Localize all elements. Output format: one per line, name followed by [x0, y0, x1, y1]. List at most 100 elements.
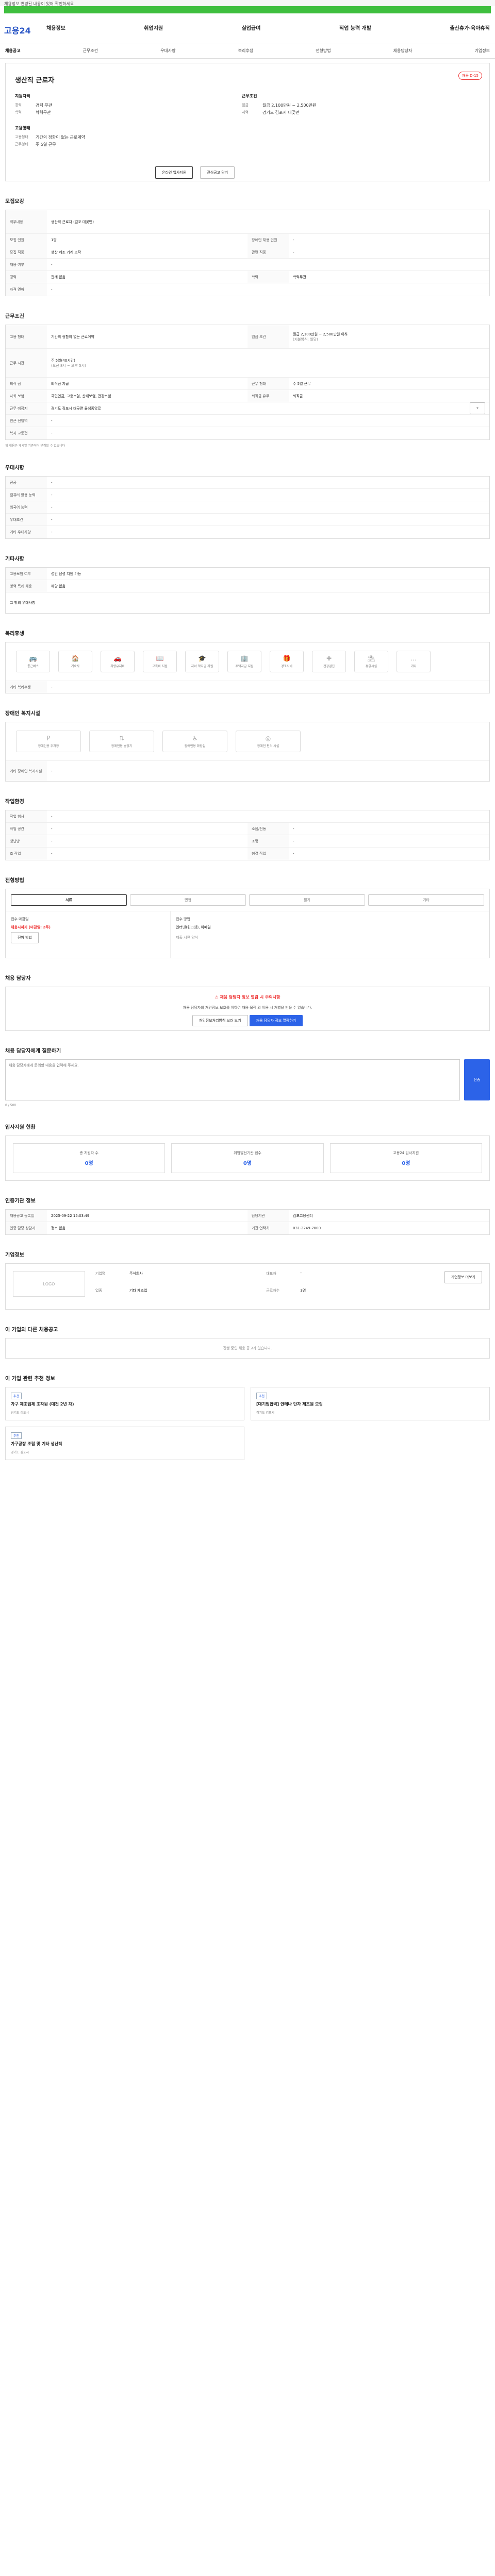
method-tab-other[interactable]: 기타 — [368, 894, 484, 906]
header: 고용24 채용정보 취업지원 실업급여 직업 능력 개발 출산휴가·육아휴직 — [0, 13, 495, 43]
row-value: - — [51, 505, 53, 510]
doc-key: 접수 방법 — [176, 917, 190, 921]
exp-value: 경력 무관 — [36, 103, 52, 108]
row-value: - — [51, 480, 53, 485]
company-key: 대표자 — [266, 1272, 276, 1276]
section-title: 채용 담당자에게 질문하기 — [5, 1048, 61, 1054]
row-value: 주 5일 근무 — [293, 381, 311, 386]
row-value: - — [51, 431, 53, 435]
education-icon: 📖 교육비 지원 — [143, 651, 177, 672]
nav-item[interactable]: 직업 능력 개발 — [339, 24, 371, 31]
method-tab-interview[interactable]: 면접 — [130, 894, 246, 906]
health-icon: ✚ 건강검진 — [312, 651, 346, 672]
row-key: 조 작업 — [6, 848, 47, 860]
section-title: 이 기업의 다른 채용공고 — [5, 1327, 58, 1333]
contact-section: 채용 담당자 ⚠ 채용 담당자 정보 열람 시 주의사항 채용 담당자의 개인정… — [5, 974, 490, 1031]
nav-item[interactable]: 채용정보 — [46, 24, 65, 31]
recommend-card[interactable]: 추천 가구공장 조립 및 기타 생산직 경기도 김포시 — [5, 1427, 244, 1460]
company-more-button[interactable]: 기업정보 더보기 — [444, 1271, 482, 1283]
row-key: 퇴직금 유무 — [248, 390, 289, 402]
inquiry-input[interactable] — [5, 1059, 460, 1100]
tab-method[interactable]: 전형방법 — [316, 48, 331, 54]
hours-value: 주 5일(40시간) — [51, 358, 75, 363]
company-logo: LOGO — [13, 1271, 85, 1297]
view-contact-button[interactable]: 채용 담당자 정보 열람하기 — [249, 1015, 303, 1026]
row-key: 채용 여부 — [6, 259, 47, 270]
row-value: 해당 없음 — [51, 584, 65, 588]
recommend-section: 이 기업 관련 추천 정보 추천 가구 제조업체 조작원 (대전 2년 차) 경기도… — [5, 1374, 490, 1460]
method-tab-written[interactable]: 필기 — [249, 894, 365, 906]
method-tab-docs[interactable]: 서류 — [11, 894, 127, 906]
row-value: - — [51, 839, 53, 843]
row-key: 기타 우대사항 — [6, 526, 47, 538]
dorm-icon: 🏠 기숙사 — [58, 651, 92, 672]
row-value: 관계 없음 — [51, 275, 65, 279]
row-key: 고용보험 여부 — [6, 568, 47, 580]
wage-key: 임금 — [242, 103, 249, 107]
row-value: - — [293, 238, 294, 242]
row-value: 퇴직금 — [293, 394, 303, 398]
nav-item[interactable]: 실업급여 — [242, 24, 261, 31]
row-value: 기간의 정함이 없는 근로계약 — [51, 334, 94, 339]
row-key: 장애인 채용 인원 — [248, 234, 289, 246]
bus-icon: 🚌 통근버스 — [16, 651, 50, 672]
row-key: 작업 공간 — [6, 823, 47, 835]
section-title: 모집요강 — [5, 199, 24, 205]
tab-welfare[interactable]: 복리후생 — [238, 48, 253, 54]
contact-desc: 채용 담당자의 개인정보 보호를 위하여 채용 목적 외 이용 시 처벌을 받을… — [183, 1006, 312, 1010]
send-button[interactable]: 전송 — [464, 1059, 490, 1100]
row-value: 성인 남성 지원 가능 — [51, 571, 81, 576]
recommend-card[interactable]: 추천 가구 제조업체 조작원 (대전 2년 차) 경기도 김포시 — [5, 1387, 244, 1420]
tab-preference[interactable]: 우대사항 — [160, 48, 175, 54]
row-value: - — [293, 839, 294, 843]
stat-card: 취업알선기관 접수 0명 — [171, 1143, 324, 1173]
row-value: - — [51, 530, 53, 534]
map-button[interactable]: ⌖ — [470, 402, 485, 414]
section-title: 기타사항 — [5, 556, 24, 562]
row-value: 2025-09-22 15:03:49 — [51, 1213, 90, 1218]
row-key: 모집 직종 — [6, 246, 47, 258]
condition-note: 위 내용은 게시일 기준이며 변경될 수 있습니다 — [5, 444, 65, 448]
row-key: 작업 행사 — [6, 810, 47, 822]
method-button[interactable]: 전형 방법 — [11, 932, 39, 943]
favorite-button[interactable]: 관심공고 담기 — [200, 166, 235, 179]
row-value: 김포고용센터 — [293, 1213, 313, 1218]
nav-item[interactable]: 취업지원 — [144, 24, 163, 31]
row-value: 생산 제조 기계 조작 — [51, 250, 81, 255]
section-title: 작업환경 — [5, 799, 24, 805]
row-value: - — [293, 250, 294, 255]
section-title: 입사지원 현황 — [5, 1125, 36, 1130]
row-value: - — [51, 418, 53, 423]
tuition-icon: 🎓 자녀 학자금 지원 — [185, 651, 219, 672]
edu-key: 학력 — [15, 110, 22, 114]
job-title: 생산직 근로자 — [15, 77, 55, 84]
privacy-button[interactable]: 개인정보처리방침 보러 보기 — [192, 1015, 248, 1026]
hours-value: 주 5일 근무 — [36, 142, 56, 147]
tab-contact[interactable]: 채용담당자 — [393, 48, 412, 54]
tab-recruit[interactable]: 채용공고 — [5, 48, 20, 54]
section-title: 전형방법 — [5, 878, 24, 884]
main-nav: 채용정보 취업지원 실업급여 직업 능력 개발 출산휴가·육아휴직 — [46, 24, 490, 31]
row-value: - — [293, 826, 294, 831]
elevator-icon: ⇅ 장애인용 승강기 — [89, 731, 154, 752]
parking-icon: P 장애인용 주차장 — [16, 731, 81, 752]
recruit-section: 모집요강 직무내용 생산직 근로자 (김포 대곶면) 모집 인원 1명 장애인 채용 … — [5, 197, 490, 296]
loc-key: 지역 — [242, 110, 249, 114]
row-value: - — [51, 517, 53, 522]
row-key: 전공 — [6, 477, 47, 488]
row-key: 경력 — [6, 271, 47, 283]
tab-condition[interactable]: 근무조건 — [83, 48, 98, 54]
nav-item[interactable]: 출산휴가·육아휴직 — [450, 24, 490, 31]
wage-value: 월급 2,100만원 ~ 2,500만원 이하 — [293, 332, 348, 336]
apply-button[interactable]: 온라인 입사지원 — [155, 166, 193, 179]
tab-company[interactable]: 기업정보 — [475, 48, 490, 54]
disabled-section: 장애인 복지시설 P 장애인용 주차장 ⇅ 장애인용 승강기 ♿ 장애인용 화장실 ◎… — [5, 709, 490, 782]
row-key: 근무 시간 — [6, 349, 47, 377]
workplace-section: 작업환경 작업 행사 - 작업 공간 - 소음/진동 - 냉난방 - 조명 - 조 작업 - 청결… — [5, 797, 490, 860]
row-value: - — [51, 287, 53, 292]
company-section: 기업정보 LOGO 기업명 주식회사 대표자 - 업종 기타 제조업 근로자수 3명 기… — [5, 1250, 490, 1310]
recommend-card[interactable]: 추천 [대기업협력] 안테나 단자 제조원 모집 경기도 김포시 — [251, 1387, 490, 1420]
loc-value: 경기도 김포시 대곶면 — [262, 110, 300, 115]
site-logo[interactable]: 고용24 — [4, 24, 31, 36]
toilet-icon: ♿ 장애인용 화장실 — [162, 731, 227, 752]
